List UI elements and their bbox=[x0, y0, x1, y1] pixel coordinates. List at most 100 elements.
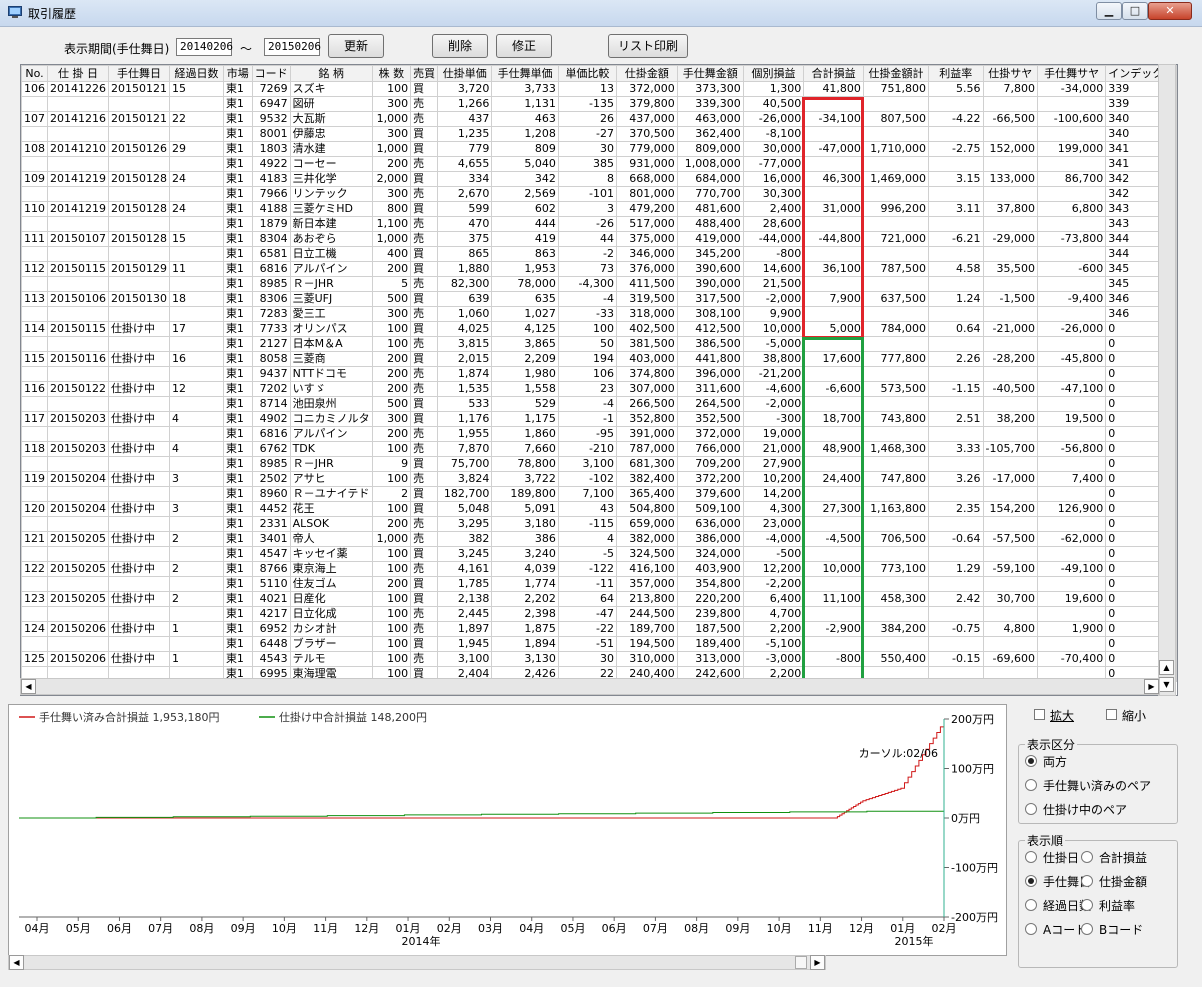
dg-radio-1[interactable] bbox=[1025, 779, 1037, 791]
table-row[interactable]: 東1 7966 リンテック 300 売 2,670 2,569 -101 801,000 770,… bbox=[21, 186, 1177, 202]
scroll-up-arrow-icon[interactable]: ▲ bbox=[1159, 660, 1174, 675]
column-header-open-price[interactable]: 仕掛単価 bbox=[437, 65, 493, 82]
period-to-field[interactable]: 20150206 bbox=[264, 38, 321, 56]
chart-scroll-thumb[interactable] bbox=[795, 956, 807, 969]
og-radio-0[interactable] bbox=[1025, 851, 1037, 863]
table-row[interactable]: 東1 1879 新日本建 1,100 売 470 444 -26 517,000 488,400 2… bbox=[21, 216, 1177, 232]
table-row[interactable]: 東1 2127 日本M＆A 100 売 3,815 3,865 50 381,500 386,50… bbox=[21, 336, 1177, 352]
table-row[interactable]: 110 20141219 20150128 24 東1 4188 三菱ケミHD 800 買 599… bbox=[21, 201, 1177, 217]
column-header-price-diff[interactable]: 単価比較 bbox=[557, 65, 617, 82]
minimize-button[interactable]: ▁ bbox=[1096, 2, 1122, 20]
table-row[interactable]: 東1 6448 ブラザー 100 買 1,945 1,894 -51 194,500 189,40… bbox=[21, 636, 1177, 652]
edit-button[interactable]: 修正 bbox=[496, 34, 552, 58]
column-header-open-date[interactable]: 仕 掛 日 bbox=[47, 65, 109, 82]
og-radio-7[interactable] bbox=[1081, 923, 1093, 935]
zoom-in-checkbox[interactable] bbox=[1034, 709, 1045, 720]
table-row[interactable]: 119 20150204 仕掛け中 3 東1 2502 アサヒ 100 売 3,824 3,722-… bbox=[21, 471, 1177, 487]
column-header-side[interactable]: 売買 bbox=[410, 65, 439, 82]
trade-grid[interactable]: No. 仕 掛 日手仕舞日 経過日数 市場 コード銘 柄株 数売買 仕掛単価 手仕舞単価 単価… bbox=[20, 64, 1178, 696]
table-row[interactable]: 東1 4922 コーセー 200 売 4,655 5,040 385 931,000 1,008,… bbox=[21, 156, 1177, 172]
column-header-pl[interactable]: 個別損益 bbox=[742, 65, 805, 82]
period-from-field[interactable]: 20140206 bbox=[176, 38, 233, 56]
og-radio-4[interactable] bbox=[1025, 899, 1037, 911]
cell-pl: 1,300 bbox=[742, 81, 805, 97]
scroll-right-arrow-icon[interactable]: ▶ bbox=[1144, 679, 1159, 694]
cell-close-price: 78,000 bbox=[491, 276, 559, 292]
column-header-close-date[interactable]: 手仕舞日 bbox=[108, 65, 170, 82]
chart-scroll-left-arrow-icon[interactable]: ◀ bbox=[9, 955, 24, 970]
profit-chart[interactable]: 200万円 100万円 0万円 -100万円 -200万円 04月 05月 06月 07月 08月… bbox=[8, 704, 1007, 956]
chart-horizontal-scrollbar[interactable]: ◀ ▶ bbox=[8, 955, 826, 970]
column-header-name[interactable]: 銘 柄 bbox=[289, 65, 373, 82]
og-radio-3[interactable] bbox=[1081, 875, 1093, 887]
close-button[interactable]: ✕ bbox=[1148, 2, 1192, 20]
table-row[interactable]: 125 20150206 仕掛け中 1 東1 4543 テルモ 100 売 3,100 3,130 3… bbox=[21, 651, 1177, 667]
cell-close-amount: 354,800 bbox=[676, 576, 744, 592]
scroll-down-arrow-icon[interactable]: ▼ bbox=[1159, 677, 1174, 692]
dg-radio-0[interactable] bbox=[1025, 755, 1037, 767]
table-row[interactable]: 東1 7283 愛三工 300 売 1,060 1,027 -33 318,000 308,100… bbox=[21, 306, 1177, 322]
table-row[interactable]: 113 20150106 20150130 18 東1 8306 三菱UFJ 500 買 639 6… bbox=[21, 291, 1177, 307]
table-row[interactable]: 107 20141216 20150121 22 東1 9532 大瓦斯 1,000 売 437 4… bbox=[21, 111, 1177, 127]
column-header-no[interactable]: No. bbox=[21, 65, 48, 82]
table-row[interactable]: 東1 9437 NTTドコモ 200 売 1,874 1,980 106 374,800 396,… bbox=[21, 366, 1177, 382]
zoom-out-checkbox[interactable] bbox=[1106, 709, 1117, 720]
table-row[interactable]: 118 20150203 仕掛け中 4 東1 6762 TDK 100 売 7,870 7,660-… bbox=[21, 441, 1177, 457]
grid-horizontal-scrollbar[interactable]: ◀ ▶ bbox=[20, 678, 1160, 695]
table-row[interactable]: 東1 8960 Ｒ－ユナイテド 2 買 182,700 189,800 7,100 365,40… bbox=[21, 486, 1177, 502]
column-header-close-spread[interactable]: 手仕舞サヤ bbox=[1036, 65, 1107, 82]
table-row[interactable]: 116 20150122 仕掛け中 12 東1 7202 いすゞ 200 売 1,535 1,558… bbox=[21, 381, 1177, 397]
table-row[interactable]: 121 20150205 仕掛け中 2 東1 3401 帝人 1,000 売 382 386 4 382… bbox=[21, 531, 1177, 547]
table-row[interactable]: 東1 6581 日立工機 400 買 865 863 -2 346,000 345,200 -800… bbox=[21, 246, 1177, 262]
table-row[interactable]: 東1 4547 キッセイ薬 100 買 3,245 3,240 -5 324,500 324,00… bbox=[21, 546, 1177, 562]
cell-price-diff: -47 bbox=[557, 606, 617, 622]
table-row[interactable]: 東1 8985 Ｒ－JHR 5 売 82,300 78,000 -4,300 411,500 39… bbox=[21, 276, 1177, 292]
table-row[interactable]: 124 20150206 仕掛け中 1 東1 6952 カシオ計 100 売 1,897 1,875… bbox=[21, 621, 1177, 637]
column-header-open-amount[interactable]: 仕掛金額 bbox=[615, 65, 678, 82]
column-header-open-spread[interactable]: 仕掛サヤ bbox=[982, 65, 1038, 82]
table-row[interactable]: 東1 4217 日立化成 100 売 2,445 2,398 -47 244,500 239,80… bbox=[21, 606, 1177, 622]
column-header-shares[interactable]: 株 数 bbox=[371, 65, 412, 82]
table-row[interactable]: 123 20150205 仕掛け中 2 東1 4021 日産化 100 買 2,138 2,202 6… bbox=[21, 591, 1177, 607]
table-row[interactable]: 115 20150116 仕掛け中 16 東1 8058 三菱商 200 買 2,015 2,209… bbox=[21, 351, 1177, 367]
dg-radio-2[interactable] bbox=[1025, 803, 1037, 815]
table-row[interactable]: 117 20150203 仕掛け中 4 東1 4902 コニカミノルタ 300 買 1,176 1,… bbox=[21, 411, 1177, 427]
table-row[interactable]: 108 20141210 20150126 29 東1 1803 清水建 1,000 買 779 8… bbox=[21, 141, 1177, 157]
table-row[interactable]: 東1 6947 図研 300 売 1,266 1,131 -135 379,800 339,300… bbox=[21, 96, 1177, 112]
og-radio-6[interactable] bbox=[1025, 923, 1037, 935]
og-radio-2[interactable] bbox=[1025, 875, 1037, 887]
column-header-code[interactable]: コード bbox=[251, 65, 291, 82]
table-row[interactable]: 東1 8985 Ｒ－JHR 9 買 75,700 78,800 3,100 681,300 709… bbox=[21, 456, 1177, 472]
maximize-button[interactable]: □ bbox=[1122, 2, 1148, 20]
table-row[interactable]: 東1 2331 ALSOK 200 売 3,295 3,180 -115 659,000 636,… bbox=[21, 516, 1177, 532]
cell-open-price: 1,785 bbox=[437, 576, 493, 592]
column-header-close-price[interactable]: 手仕舞単価 bbox=[491, 65, 559, 82]
table-row[interactable]: 114 20150115 仕掛け中 17 東1 7733 オリンパス 100 買 4,025 4,1… bbox=[21, 321, 1177, 337]
og-radio-5[interactable] bbox=[1081, 899, 1093, 911]
og-radio-1[interactable] bbox=[1081, 851, 1093, 863]
grid-vertical-scrollbar[interactable]: ▲ ▼ bbox=[1158, 64, 1176, 696]
column-header-total-open-amount[interactable]: 仕掛金額計 bbox=[862, 65, 930, 82]
table-row[interactable]: 109 20141219 20150128 24 東1 4183 三井化学 2,000 買 334… bbox=[21, 171, 1177, 187]
print-list-button[interactable]: リスト印刷 bbox=[608, 34, 688, 58]
column-header-elapsed-days[interactable]: 経過日数 bbox=[169, 65, 224, 82]
table-row[interactable]: 東1 8001 伊藤忠 300 買 1,235 1,208 -27 370,500 362,400… bbox=[21, 126, 1177, 142]
column-header-close-amount[interactable]: 手仕舞金額 bbox=[676, 65, 744, 82]
scroll-left-arrow-icon[interactable]: ◀ bbox=[21, 679, 36, 694]
table-row[interactable]: 122 20150205 仕掛け中 2 東1 8766 東京海上 100 売 4,161 4,039… bbox=[21, 561, 1177, 577]
table-row[interactable]: 東1 8714 池田泉州 500 買 533 529 -4 266,500 264,500 -2,0… bbox=[21, 396, 1177, 412]
table-row[interactable]: 111 20150107 20150128 15 東1 8304 あおぞら 1,000 売 375… bbox=[21, 231, 1177, 247]
column-header-profit-rate[interactable]: 利益率 bbox=[928, 65, 984, 82]
table-row[interactable]: 東1 6816 アルパイン 200 売 1,955 1,860 -95 391,000 372,0… bbox=[21, 426, 1177, 442]
cell-close-amount: 189,400 bbox=[676, 636, 744, 652]
delete-button[interactable]: 削除 bbox=[432, 34, 488, 58]
column-header-total-pl[interactable]: 合計損益 bbox=[803, 65, 864, 82]
table-row[interactable]: 106 20141226 20150121 15 東1 7269 スズキ 100 買 3,720 3… bbox=[21, 81, 1177, 97]
table-row[interactable]: 120 20150204 仕掛け中 3 東1 4452 花王 100 買 5,048 5,091 43… bbox=[21, 501, 1177, 517]
refresh-button[interactable]: 更新 bbox=[328, 34, 384, 58]
column-header-market[interactable]: 市場 bbox=[222, 65, 253, 82]
table-row[interactable]: 112 20150115 20150129 11 東1 6816 アルパイン 200 買 1,88… bbox=[21, 261, 1177, 277]
table-row[interactable]: 東1 5110 住友ゴム 200 買 1,785 1,774 -11 357,000 354,80… bbox=[21, 576, 1177, 592]
chart-scroll-right-arrow-icon[interactable]: ▶ bbox=[810, 955, 825, 970]
cell-side: 買 bbox=[410, 291, 439, 307]
